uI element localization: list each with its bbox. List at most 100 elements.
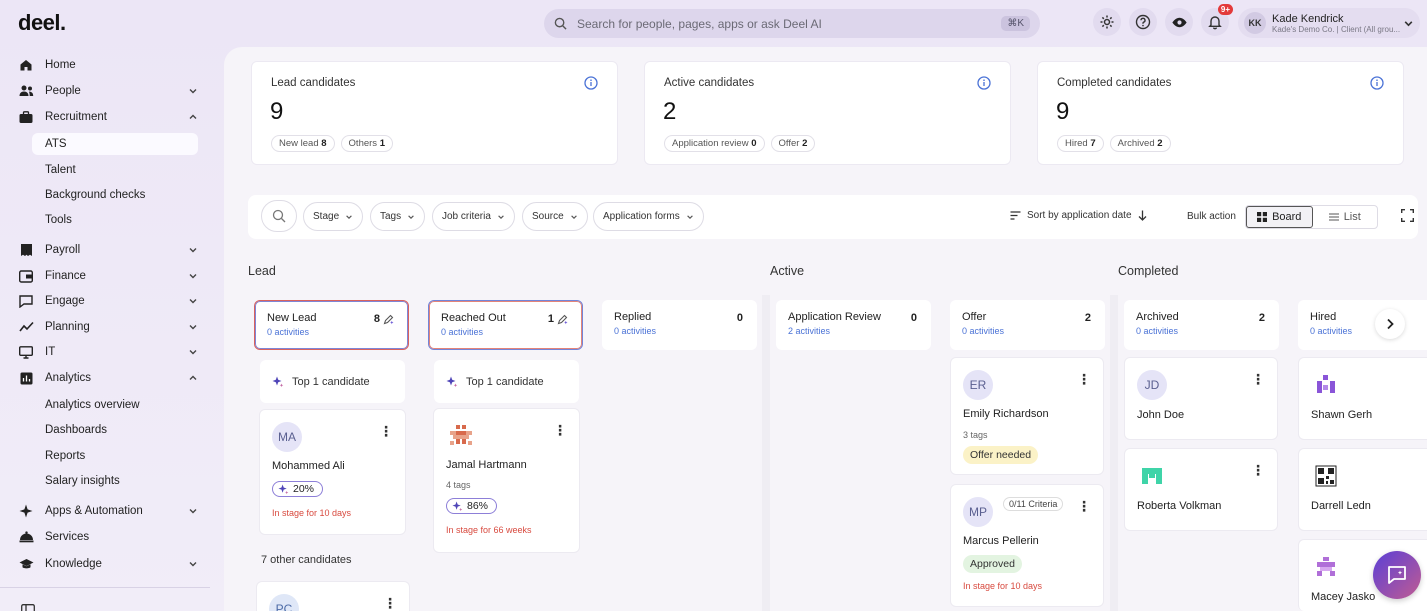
- sidebar-item-knowledge[interactable]: Knowledge: [18, 552, 198, 576]
- notifications-button[interactable]: 9+: [1201, 4, 1233, 36]
- ai-pen-icon[interactable]: [557, 314, 568, 325]
- search-placeholder[interactable]: Search for people, pages, apps or ask De…: [577, 17, 1001, 31]
- column-replied[interactable]: Replied 0 activities 0: [602, 300, 757, 350]
- more-options-icon[interactable]: ⋮: [1251, 372, 1265, 386]
- scroll-right-button[interactable]: [1375, 309, 1405, 339]
- column-activities[interactable]: 0 activities: [441, 327, 570, 337]
- people-icon: [18, 83, 34, 99]
- sidebar-item-recruitment[interactable]: Recruitment: [18, 105, 198, 129]
- sidebar-item-ats[interactable]: ATS: [32, 133, 198, 155]
- column-new-lead[interactable]: New Lead 0 activities 8: [254, 300, 409, 350]
- deel-logo[interactable]: deel.: [18, 10, 66, 36]
- sidebar-item-apps-automation[interactable]: Apps & Automation: [18, 499, 198, 523]
- stat-chip[interactable]: Application review 0: [664, 135, 765, 152]
- more-options-icon[interactable]: ⋮: [383, 596, 397, 610]
- candidate-card-john-doe[interactable]: JD ⋮ John Doe: [1124, 357, 1278, 440]
- column-hired[interactable]: Hired 0 activities: [1298, 300, 1427, 350]
- list-view-button[interactable]: List: [1313, 206, 1378, 228]
- top-candidate-button[interactable]: Top 1 candidate: [434, 360, 579, 403]
- more-options-icon[interactable]: ⋮: [1077, 499, 1091, 513]
- sidebar-item-finance[interactable]: Finance: [18, 264, 198, 288]
- info-icon[interactable]: [977, 76, 991, 90]
- more-options-icon[interactable]: ⋮: [1251, 463, 1265, 477]
- preview-button[interactable]: [1165, 8, 1193, 36]
- tags-filter[interactable]: Tags: [370, 202, 426, 231]
- chevron-down-icon: [188, 271, 198, 281]
- column-count: 0: [736, 312, 743, 324]
- sidebar-item-salary-insights[interactable]: Salary insights: [32, 470, 198, 492]
- user-name: Kade Kendrick: [1272, 12, 1344, 25]
- candidate-card-mohammed-ali[interactable]: MA ⋮ Mohammed Ali 20% In stage for 10 da…: [259, 409, 406, 535]
- column-activities[interactable]: 0 activities: [267, 327, 396, 337]
- column-activities[interactable]: 2 activities: [788, 326, 919, 336]
- top-candidate-button[interactable]: Top 1 candidate: [260, 360, 405, 403]
- sidebar-item-payroll[interactable]: Payroll: [18, 238, 198, 262]
- candidate-tags[interactable]: 3 tags: [963, 430, 988, 440]
- candidate-name: Emily Richardson: [963, 408, 1049, 420]
- time-in-stage: In stage for 66 weeks: [446, 525, 532, 535]
- candidate-card-marcus-pellerin[interactable]: MP 0/11 Criteria ⋮ Marcus Pellerin Appro…: [950, 484, 1104, 607]
- column-offer[interactable]: Offer 0 activities 2: [950, 300, 1105, 350]
- stage-filter[interactable]: Stage: [303, 202, 364, 231]
- avatar: [1311, 461, 1341, 491]
- stat-chip[interactable]: Offer 2: [770, 135, 816, 152]
- stat-chip[interactable]: Others 1: [340, 135, 393, 152]
- board-view-button[interactable]: Board: [1246, 206, 1313, 228]
- candidate-card-jamal-hartmann[interactable]: ⋮ Jamal Hartmann 4 tags 86% In stage for…: [433, 408, 580, 553]
- column-application-review[interactable]: Application Review 2 activities 0: [776, 300, 931, 350]
- global-search-bar[interactable]: Search for people, pages, apps or ask De…: [544, 9, 1040, 38]
- user-org: Kade's Demo Co. | Client (All grou...: [1272, 24, 1401, 34]
- application-forms-filter[interactable]: Application forms: [593, 202, 704, 231]
- help-button[interactable]: [1129, 8, 1157, 36]
- collapse-sidebar-icon[interactable]: [21, 604, 35, 611]
- more-options-icon[interactable]: ⋮: [1077, 372, 1091, 386]
- sidebar-item-services[interactable]: Services: [18, 525, 198, 549]
- column-activities[interactable]: 0 activities: [614, 326, 745, 336]
- more-options-icon[interactable]: ⋮: [379, 424, 393, 438]
- stat-chip[interactable]: New lead 8: [271, 135, 335, 152]
- wallet-icon: [18, 268, 34, 284]
- column-name: Offer: [962, 311, 987, 323]
- column-activities[interactable]: 0 activities: [962, 326, 1093, 336]
- sidebar-item-dashboards[interactable]: Dashboards: [32, 419, 198, 441]
- sidebar-item-talent[interactable]: Talent: [32, 159, 198, 181]
- settings-button[interactable]: [1093, 8, 1121, 36]
- section-divider: [762, 295, 770, 611]
- sidebar-item-background-checks[interactable]: Background checks: [32, 184, 198, 206]
- info-icon[interactable]: [584, 76, 598, 90]
- sidebar-item-people[interactable]: People: [18, 79, 198, 103]
- bulk-action-button[interactable]: Bulk action: [1187, 211, 1236, 222]
- column-reached-out[interactable]: Reached Out 0 activities 1: [428, 300, 583, 350]
- job-criteria-filter[interactable]: Job criteria: [432, 202, 515, 231]
- sidebar-item-analytics[interactable]: Analytics: [18, 366, 198, 390]
- section-divider: [1110, 295, 1118, 611]
- info-icon[interactable]: [1370, 76, 1384, 90]
- stat-value: 9: [270, 98, 284, 125]
- stat-chip[interactable]: Hired 7: [1057, 135, 1104, 152]
- chat-button[interactable]: [1373, 551, 1421, 599]
- fullscreen-icon[interactable]: [1401, 209, 1414, 222]
- column-activities[interactable]: 0 activities: [1136, 326, 1267, 336]
- candidate-card-roberta-volkman[interactable]: ⋮ Roberta Volkman: [1124, 448, 1278, 531]
- candidate-tags[interactable]: 4 tags: [446, 480, 471, 490]
- stat-chip[interactable]: Archived 2: [1109, 135, 1171, 152]
- sidebar-item-home[interactable]: Home: [18, 53, 198, 77]
- sidebar-item-tools[interactable]: Tools: [32, 209, 198, 231]
- candidate-card-emily-richardson[interactable]: ER ⋮ Emily Richardson 3 tags Offer neede…: [950, 357, 1104, 475]
- candidate-card-darrell[interactable]: Darrell Ledn: [1298, 448, 1427, 531]
- sidebar-item-analytics-overview[interactable]: Analytics overview: [32, 394, 198, 416]
- candidate-card-pc[interactable]: PC ⋮: [256, 581, 410, 611]
- sort-button[interactable]: Sort by application date: [1010, 210, 1147, 221]
- ai-pen-icon[interactable]: [383, 314, 394, 325]
- user-menu[interactable]: KK Kade Kendrick Kade's Demo Co. | Clien…: [1238, 8, 1420, 38]
- sidebar-item-engage[interactable]: Engage: [18, 289, 198, 313]
- sidebar-item-planning[interactable]: Planning: [18, 315, 198, 339]
- column-archived[interactable]: Archived 0 activities 2: [1124, 300, 1279, 350]
- sidebar-item-reports[interactable]: Reports: [32, 445, 198, 467]
- search-candidates-button[interactable]: [261, 200, 297, 232]
- more-options-icon[interactable]: ⋮: [553, 423, 567, 437]
- candidate-card-shawn[interactable]: Shawn Gerh: [1298, 357, 1427, 440]
- sidebar-item-label: Services: [45, 531, 90, 543]
- source-filter[interactable]: Source: [522, 202, 588, 231]
- sidebar-item-it[interactable]: IT: [18, 340, 198, 364]
